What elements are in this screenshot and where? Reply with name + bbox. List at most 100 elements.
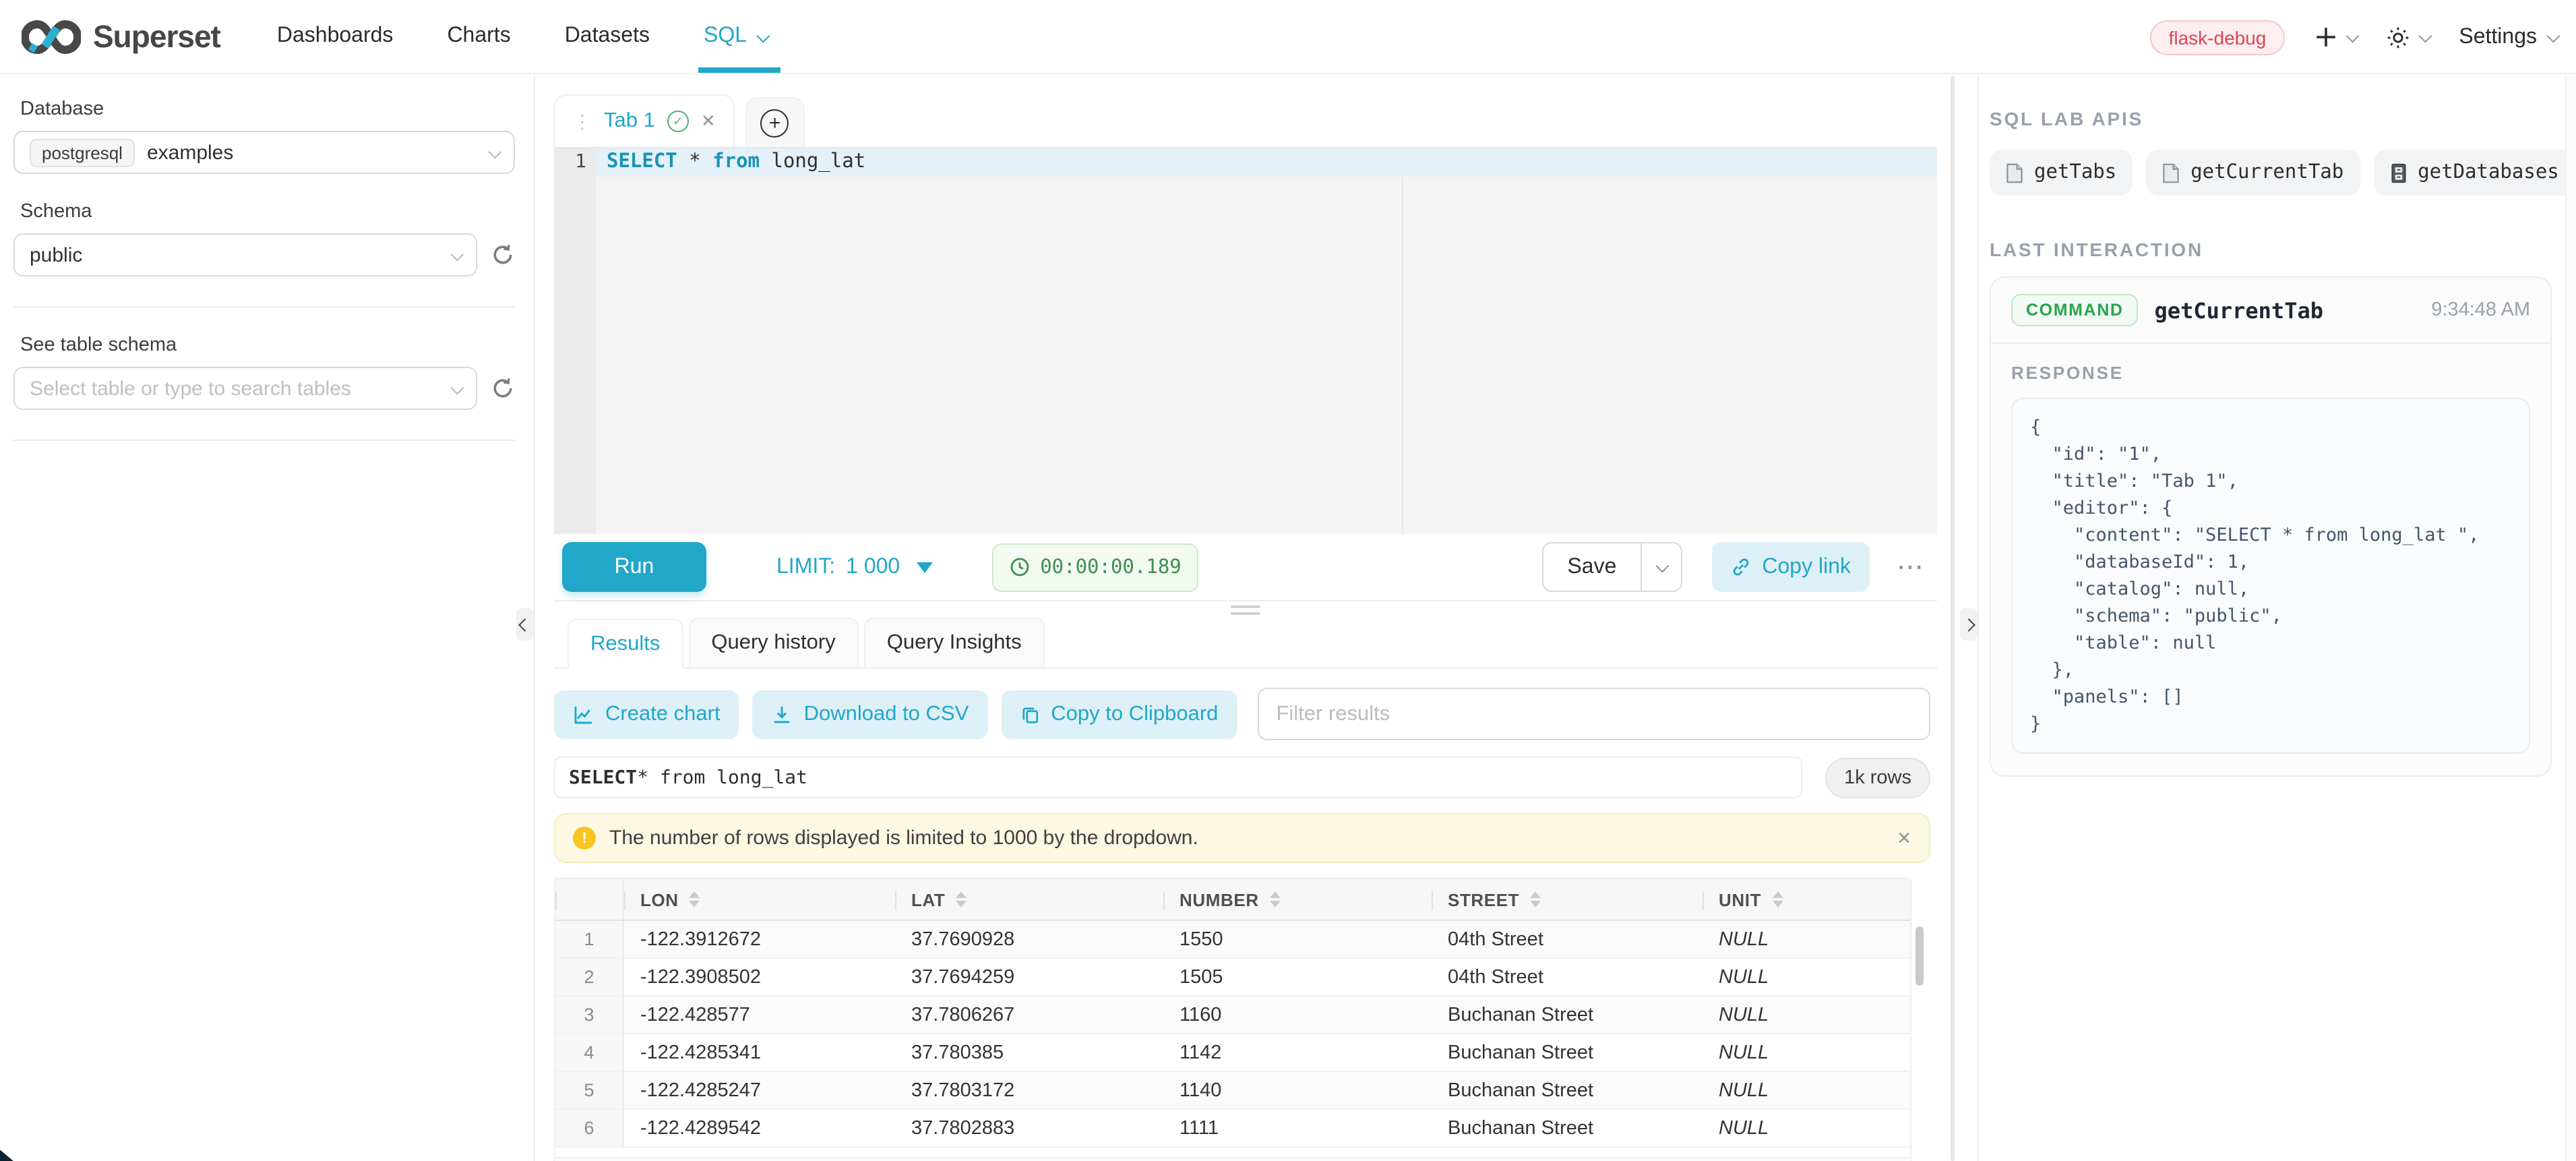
database-engine-tag: postgresql: [30, 138, 135, 167]
cell-lat: 37.7802883: [895, 1110, 1163, 1146]
refresh-icon[interactable]: [491, 376, 515, 400]
interaction-card-body: RESPONSE { "id": "1", "title": "Tab 1", …: [1991, 344, 2550, 775]
environment-badge: flask-debug: [2150, 20, 2286, 55]
add-tab-button[interactable]: +: [745, 97, 805, 147]
nav-item-sql[interactable]: SQL: [704, 0, 767, 73]
create-chart-button[interactable]: Create chart: [554, 690, 739, 738]
run-button[interactable]: Run: [562, 542, 706, 592]
sorter-icon[interactable]: [956, 891, 967, 907]
save-options-caret[interactable]: [1640, 543, 1681, 591]
sorter-icon[interactable]: [689, 891, 700, 907]
chevron-down-icon: [757, 29, 770, 42]
nav-item-dashboards[interactable]: Dashboards: [277, 0, 394, 73]
main-panel-scrollbar[interactable]: [1951, 76, 1955, 1161]
close-icon[interactable]: ✕: [701, 111, 716, 132]
save-button[interactable]: Save: [1543, 543, 1640, 591]
cell-number: 1160: [1163, 996, 1432, 1033]
database-label: Database: [20, 98, 515, 120]
chevron-down-icon: [2547, 30, 2560, 43]
cell-number: 1111: [1163, 1110, 1432, 1146]
row-number-cell: 3: [555, 996, 624, 1033]
theme-menu[interactable]: [2386, 25, 2429, 49]
editor-tab-1[interactable]: ⋮ Tab 1 ✓ ✕: [554, 94, 735, 147]
sql-code-editor[interactable]: 1 SELECT * from long_lat: [554, 147, 1937, 534]
copy-icon: [1020, 703, 1040, 725]
cell-lat: 37.7690928: [895, 921, 1163, 957]
cell-lat: 37.7694259: [895, 959, 1163, 995]
get-tabs-button[interactable]: getTabs: [1990, 150, 2133, 196]
command-badge: COMMAND: [2011, 294, 2139, 326]
chevron-down-icon: [489, 145, 502, 158]
active-tab-underline: [698, 67, 780, 73]
new-item-menu[interactable]: [2314, 26, 2356, 49]
panel-resize-handle[interactable]: [554, 601, 1937, 618]
cabinet-icon-button[interactable]: getDatabases: [2373, 150, 2575, 196]
nav-item-charts[interactable]: Charts: [447, 0, 510, 73]
cell-unit: NULL: [1703, 996, 1910, 1033]
get-current-tab-button[interactable]: getCurrentTab: [2146, 150, 2360, 196]
save-split-button: Save: [1541, 542, 1682, 592]
editor-gutter: 1: [554, 148, 596, 534]
sorter-icon[interactable]: [1270, 891, 1281, 907]
superset-infinity-logo-icon: [22, 18, 81, 55]
column-header-number[interactable]: NUMBER: [1163, 879, 1432, 920]
table-schema-label: See table schema: [20, 334, 515, 356]
table-header-row: LON LAT NUMBER STREET UNIT: [555, 879, 1910, 921]
rows-count-badge: 1k rows: [1825, 757, 1930, 798]
copy-clipboard-button[interactable]: Copy to Clipboard: [1001, 690, 1237, 738]
table-select[interactable]: Select table or type to search tables: [13, 367, 477, 410]
horizontal-scrollbar[interactable]: [555, 1157, 1910, 1161]
tab-query-history[interactable]: Query history: [688, 618, 858, 667]
row-number-cell: 5: [555, 1072, 624, 1108]
check-circle-icon: ✓: [667, 111, 689, 132]
filter-results-input[interactable]: [1257, 688, 1930, 740]
cell-street: 04th Street: [1432, 921, 1703, 957]
download-csv-button[interactable]: Download to CSV: [753, 690, 988, 738]
table-row: 3 -122.428577 37.7806267 1160 Buchanan S…: [555, 996, 1910, 1034]
database-select[interactable]: postgresql examples: [13, 131, 515, 174]
brand-name: Superset: [93, 18, 220, 55]
schema-select[interactable]: public: [13, 233, 477, 276]
sorter-icon[interactable]: [1530, 891, 1541, 907]
cabinet-icon: [2389, 162, 2407, 183]
more-actions-button[interactable]: ⋯: [1897, 550, 1926, 584]
tab-results[interactable]: Results: [568, 619, 683, 669]
tab-query-insights[interactable]: Query Insights: [864, 618, 1045, 667]
cell-unit: NULL: [1703, 959, 1910, 995]
column-header-lon[interactable]: LON: [624, 879, 895, 920]
document-icon: [2006, 162, 2023, 183]
drag-handle-icon[interactable]: ⋮: [573, 112, 592, 131]
table-row: 6 -122.4289542 37.7802883 1111 Buchanan …: [555, 1110, 1910, 1148]
query-preview: SELECT * from long_lat: [554, 756, 1802, 798]
cell-unit: NULL: [1703, 1072, 1910, 1108]
nav-item-datasets[interactable]: Datasets: [565, 0, 650, 73]
schema-sidebar: Database postgresql examples Schema publ…: [0, 76, 535, 1161]
sidebar-divider: [13, 306, 515, 307]
results-table: LON LAT NUMBER STREET UNIT 1 -122.391267…: [554, 878, 1911, 1161]
settings-menu[interactable]: Settings: [2459, 25, 2557, 49]
sql-lab-window: Superset Dashboards Charts Datasets SQL …: [0, 0, 2576, 1161]
sorter-icon[interactable]: [1772, 891, 1783, 907]
schema-label: Schema: [20, 201, 515, 222]
response-json: { "id": "1", "title": "Tab 1", "editor":…: [2030, 414, 2511, 738]
collapse-right-panel-button[interactable]: [1960, 608, 1977, 641]
cell-lon: -122.4285341: [624, 1034, 895, 1071]
vertical-scrollbar-thumb[interactable]: [1915, 926, 1924, 986]
sql-code-line: SELECT * from long_lat: [607, 148, 865, 177]
limit-label: LIMIT:: [776, 555, 835, 579]
limit-dropdown[interactable]: LIMIT: 1 000: [776, 555, 932, 579]
window-scrollbar[interactable]: [2565, 76, 2576, 1161]
cell-number: 1550: [1163, 921, 1432, 957]
navbar: Superset Dashboards Charts Datasets SQL …: [0, 0, 2576, 74]
column-header-lat[interactable]: LAT: [895, 879, 1163, 920]
copy-link-button[interactable]: Copy link: [1712, 542, 1870, 592]
column-header-unit[interactable]: UNIT: [1703, 879, 1910, 920]
brand-logo[interactable]: Superset: [22, 18, 220, 55]
editor-toolbar: Run LIMIT: 1 000 00:00:00.189 Save: [554, 534, 1937, 601]
sql-editor-panel: ⋮ Tab 1 ✓ ✕ + 1 SELECT * from long_lat R…: [538, 76, 1951, 1161]
refresh-icon[interactable]: [491, 243, 515, 267]
collapse-sidebar-button[interactable]: [516, 608, 534, 641]
clock-icon: [1009, 557, 1029, 577]
column-header-street[interactable]: STREET: [1432, 879, 1703, 920]
close-icon[interactable]: ✕: [1897, 827, 1911, 849]
